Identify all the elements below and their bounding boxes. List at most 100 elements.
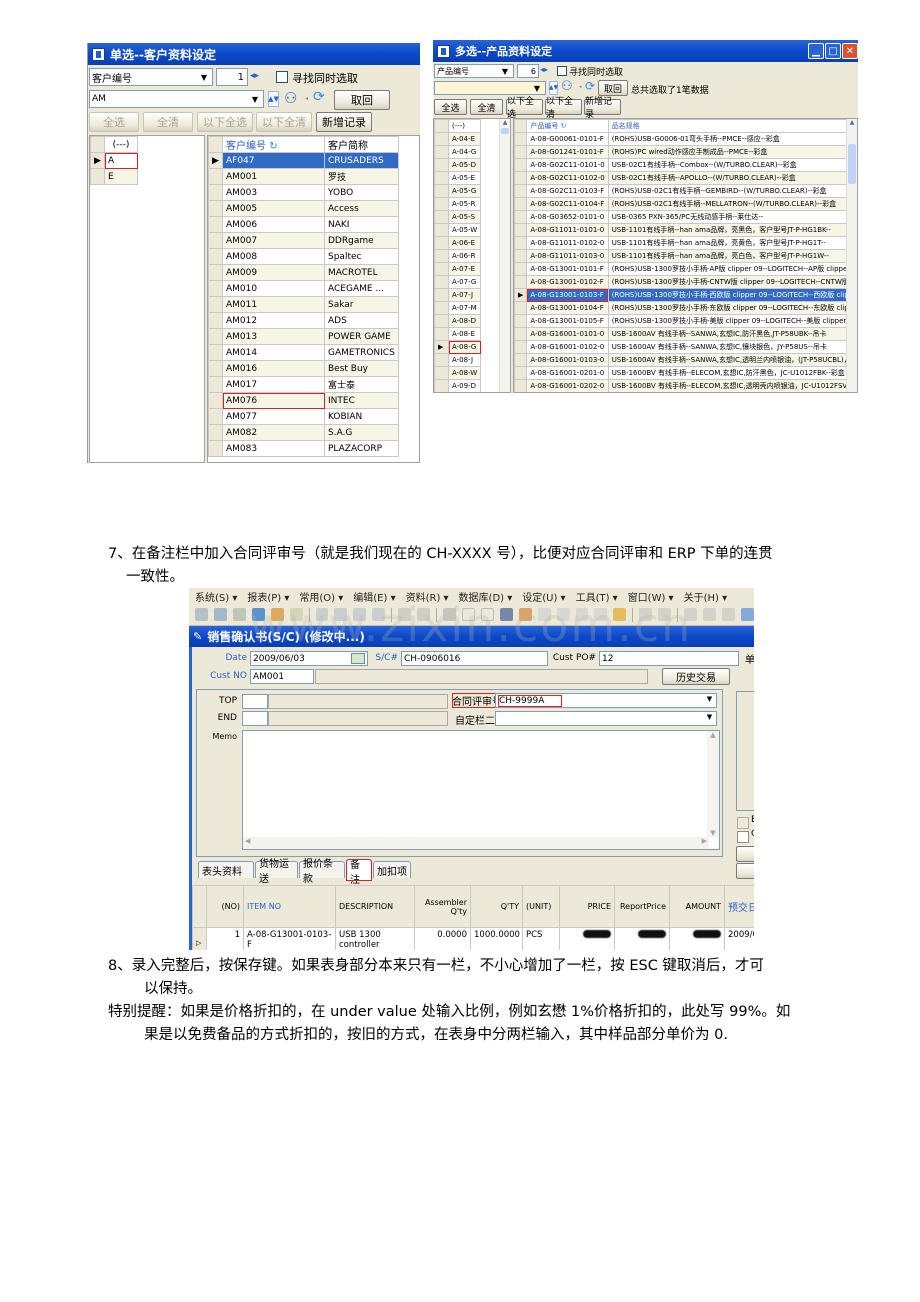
group-row[interactable]: A-07-G (434, 275, 482, 289)
cust-no-input[interactable]: AM001 (250, 669, 314, 684)
product-row[interactable]: A-08-G13001-0102-F (ROHS)USB-1300罗技小手柄-CN… (514, 275, 857, 289)
top-code-input[interactable] (242, 694, 268, 709)
column-header[interactable]: DESCRIPTION (335, 885, 415, 928)
customer-code-cell[interactable]: AM010 (222, 280, 325, 297)
product-code-cell[interactable]: A-08-G00061-0101-F (526, 132, 609, 146)
product-code-cell[interactable]: A-08-G16001-0201-0 (526, 366, 609, 380)
group-row[interactable]: A-05-S (434, 210, 482, 224)
product-code-cell[interactable]: A-08-G02C11-0103-F (526, 184, 609, 198)
scroll-up-icon[interactable]: ▲ (500, 119, 510, 126)
menu-item[interactable]: 报表(P) ▾ (247, 589, 289, 604)
binoculars-icon[interactable]: ⚇ (284, 89, 297, 107)
product-row[interactable]: A-08-G02C11-0103-F (ROHS)USB-02C1有线手柄--GE… (514, 184, 857, 198)
group-cell[interactable]: A-09-D (447, 379, 482, 392)
spinner-icon[interactable]: ▲▼ (549, 81, 558, 95)
menu-item[interactable]: 窗口(W) ▾ (628, 589, 674, 604)
product-desc-cell[interactable]: USB-02C1有线手柄--APOLLO--(W/TURBO.CLEAR)--彩… (607, 171, 857, 185)
mail-icon[interactable] (613, 608, 627, 621)
preview-icon[interactable] (213, 608, 227, 621)
product-row[interactable]: A-08-G00061-0101-F (ROHS)USB-G0006-01弯头手柄… (514, 132, 857, 146)
product-code-cell[interactable]: A-08-G16001-0101-0 (526, 327, 609, 341)
item-no-cell[interactable]: A-08-G13001-0103-F (243, 927, 336, 950)
tab-1[interactable]: 货物运送 (255, 859, 298, 885)
menu-item[interactable]: 设定(U) ▾ (522, 589, 565, 604)
product-row[interactable]: A-08-G02C11-0104-F (ROHS)USB-02C1有线手柄--ME… (514, 197, 857, 211)
customer-name-cell[interactable]: PLAZACORP (324, 440, 399, 457)
group-cell[interactable]: A-05-E (447, 171, 482, 185)
memo-vscroll[interactable]: ▲ ▼ (707, 731, 719, 837)
group-row[interactable]: ▶ A-08-G (434, 340, 482, 354)
group-cell[interactable]: A-08-E (447, 327, 482, 341)
cust-po-input[interactable]: 12 (599, 651, 739, 666)
customer-row[interactable]: AM077 KOBIAN (208, 408, 399, 425)
save-icon[interactable] (499, 608, 513, 621)
group-row[interactable]: A-06-R (434, 249, 482, 263)
customer-name-cell[interactable]: POWER GAME (324, 328, 399, 345)
unit-cell[interactable]: PCS (522, 927, 560, 950)
print-icon[interactable] (443, 608, 456, 621)
group-row[interactable]: ▶ A (90, 152, 138, 169)
detail-row[interactable]: ▷ 1 A-08-G13001-0103-F USB 1300 controller 0… (192, 927, 754, 950)
group-cell[interactable]: A-07-G (447, 275, 482, 289)
customer-name-cell[interactable]: ACEGAME ... (324, 280, 399, 297)
qty-cell[interactable]: 1000.0000 (470, 927, 523, 950)
check-icon[interactable] (639, 608, 653, 621)
customer-code-cell[interactable]: AM076 (222, 392, 325, 409)
menu-item[interactable]: 编辑(E) ▾ (353, 589, 395, 604)
report-price-cell[interactable] (614, 927, 670, 950)
product-desc-cell[interactable]: USB-1101有线手柄--han ama品牌，亮黑色，客户型号JT-P-HG1… (607, 223, 857, 237)
chevron-down-icon[interactable]: ▼ (248, 92, 262, 106)
product-desc-cell[interactable]: USB-02C1有线手柄--Combox--(W/TURBO.CLEAR)--彩… (607, 158, 857, 172)
customer-code-cell[interactable]: AM003 (222, 184, 325, 201)
column-header-desc[interactable]: 品名规格 (607, 119, 857, 133)
product-row[interactable]: A-08-G16001-0102-0 USB-1600AV 有线手柄--SANWA… (514, 340, 857, 354)
customer-code-cell[interactable]: AM077 (222, 408, 325, 425)
product-code-cell[interactable]: A-08-G02C11-0104-F (526, 197, 609, 211)
group-cell[interactable]: A-05-S (447, 210, 482, 224)
end-code-input[interactable] (242, 711, 268, 726)
chevron-down-icon[interactable]: ▼ (530, 83, 544, 94)
customer-row[interactable]: AM082 S.A.G (208, 424, 399, 441)
customer-name-cell[interactable]: Best Buy (324, 360, 399, 377)
column-header-code[interactable]: 产品编号 ↻ (526, 119, 609, 133)
select-below-button[interactable]: 以下全选 (197, 112, 253, 132)
group-cell[interactable]: A-07-J (447, 288, 482, 302)
product-code-cell[interactable]: A-08-G03652-0101-0 (526, 210, 609, 224)
tree-icon[interactable] (289, 608, 303, 621)
clear-below-button[interactable]: 以下全清 (545, 97, 582, 120)
group-row[interactable]: A-08-E (434, 327, 482, 341)
product-row[interactable]: A-08-G11011-0102-0 USB-1101有线手柄--han ama品… (514, 236, 857, 250)
group-row[interactable]: A-05-W (434, 223, 482, 237)
group-row[interactable]: A-07-E (434, 262, 482, 276)
customer-row[interactable]: AM016 Best Buy (208, 360, 399, 377)
product-code-cell[interactable]: A-08-G13001-0102-F (526, 275, 609, 289)
customer-code-cell[interactable]: AM017 (222, 376, 325, 393)
select-below-button[interactable]: 以下全选 (506, 97, 543, 120)
customer-name-cell[interactable]: INTEC (324, 392, 399, 409)
product-desc-cell[interactable]: USB-1600BV 有线手柄--ELECOM,玄想IC,防汗黑色，JC-U10… (607, 366, 857, 380)
select-all-button[interactable]: 全选 (434, 99, 467, 115)
customer-code-cell[interactable]: AM014 (222, 344, 325, 361)
menu-item[interactable]: 系统(S) ▾ (195, 589, 237, 604)
customer-name-cell[interactable]: Access (324, 200, 399, 217)
group-cell[interactable]: A-06-R (447, 249, 482, 263)
customer-grid[interactable]: 客户编号 ↻ 客户简称 ▶ AF047 CRUSADERS AM001 罗技 AM003 Y… (207, 135, 420, 463)
custom2-input[interactable]: ▼ (495, 711, 717, 726)
prev-record-icon[interactable] (334, 608, 348, 621)
customer-row[interactable]: AM012 ADS (208, 312, 399, 329)
customer-row[interactable]: AM011 Sakar (208, 296, 399, 313)
group-row[interactable]: A-05-D (434, 158, 482, 172)
cancel-edit-icon[interactable] (518, 608, 532, 621)
group-row[interactable]: A-07-J (434, 288, 482, 302)
attach-icon[interactable] (594, 608, 608, 621)
binoculars-icon[interactable]: ⚇ (561, 79, 573, 94)
column-header[interactable]: (NO) (206, 885, 244, 928)
option-checkbox-2[interactable] (737, 831, 749, 843)
count-input[interactable]: 1 (216, 68, 248, 86)
product-desc-cell[interactable]: USB-0365 PXN-365/PC无线动感手柄--莱仕达-- (607, 210, 857, 224)
customer-code-cell[interactable]: AM013 (222, 328, 325, 345)
customer-name-cell[interactable]: KOBIAN (324, 408, 399, 425)
product-grid[interactable]: 产品编号 ↻ 品名规格 A-08-G00061-0101-F (ROHS)USB-… (513, 118, 858, 393)
product-row[interactable]: A-08-G02C11-0101-0 USB-02C1有线手柄--Combox--… (514, 158, 857, 172)
product-row[interactable]: A-08-G02C11-0102-0 USB-02C1有线手柄--APOLLO--… (514, 171, 857, 185)
